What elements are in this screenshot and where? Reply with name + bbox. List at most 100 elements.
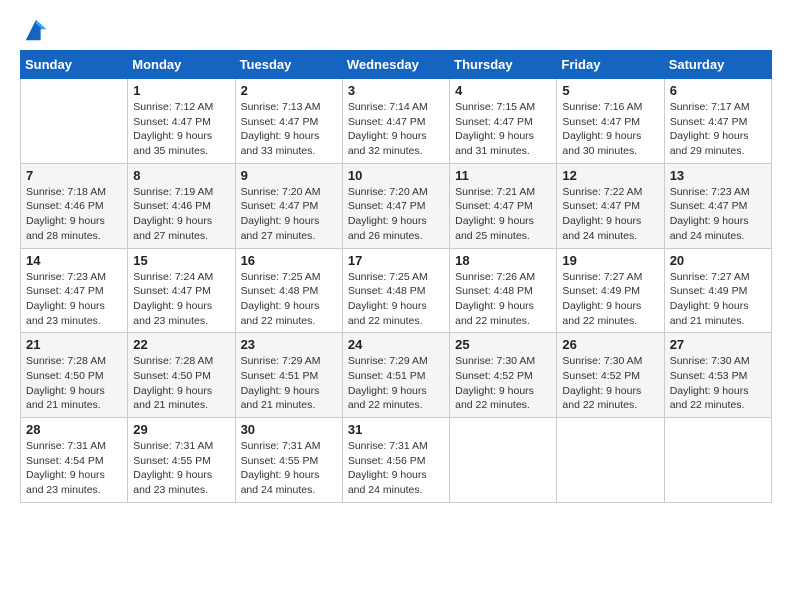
day-info: Sunrise: 7:20 AM Sunset: 4:47 PM Dayligh… [241,185,337,244]
day-cell: 11 Sunrise: 7:21 AM Sunset: 4:47 PM Dayli… [450,163,557,248]
day-cell: 3Sunrise: 7:14 AM Sunset: 4:47 PM Daylig… [342,79,449,164]
day-number: 8 [133,168,229,183]
day-cell: 18 Sunrise: 7:26 AM Sunset: 4:48 PM Dayli… [450,248,557,333]
day-info: Sunrise: 7:23 AM Sunset: 4:47 PM Dayligh… [670,185,766,244]
day-info: Sunrise: 7:28 AM Sunset: 4:50 PM Dayligh… [133,354,229,413]
day-cell: 12 Sunrise: 7:22 AM Sunset: 4:47 PM Dayli… [557,163,664,248]
day-cell: 27 Sunrise: 7:30 AM Sunset: 4:53 PM Dayli… [664,333,771,418]
day-number: 16 [241,253,337,268]
day-cell [21,79,128,164]
day-info: Sunrise: 7:27 AM Sunset: 4:49 PM Dayligh… [670,270,766,329]
day-number: 21 [26,337,122,352]
day-number: 9 [241,168,337,183]
day-number: 19 [562,253,658,268]
day-cell: 19 Sunrise: 7:27 AM Sunset: 4:49 PM Dayli… [557,248,664,333]
day-number: 12 [562,168,658,183]
day-number: 17 [348,253,444,268]
day-cell: 28 Sunrise: 7:31 AM Sunset: 4:54 PM Dayli… [21,418,128,503]
day-cell: 20 Sunrise: 7:27 AM Sunset: 4:49 PM Dayli… [664,248,771,333]
day-number: 18 [455,253,551,268]
day-cell [557,418,664,503]
day-cell: 16 Sunrise: 7:25 AM Sunset: 4:48 PM Dayli… [235,248,342,333]
day-info: Sunrise: 7:27 AM Sunset: 4:49 PM Dayligh… [562,270,658,329]
day-number: 20 [670,253,766,268]
day-number: 27 [670,337,766,352]
day-cell: 24 Sunrise: 7:29 AM Sunset: 4:51 PM Dayli… [342,333,449,418]
day-info: Sunrise: 7:25 AM Sunset: 4:48 PM Dayligh… [241,270,337,329]
day-cell: 14Sunrise: 7:23 AM Sunset: 4:47 PM Dayli… [21,248,128,333]
day-info: Sunrise: 7:30 AM Sunset: 4:52 PM Dayligh… [562,354,658,413]
weekday-thursday: Thursday [450,51,557,79]
weekday-wednesday: Wednesday [342,51,449,79]
day-cell: 10 Sunrise: 7:20 AM Sunset: 4:47 PM Dayli… [342,163,449,248]
day-cell: 30 Sunrise: 7:31 AM Sunset: 4:55 PM Dayli… [235,418,342,503]
day-info: Sunrise: 7:28 AM Sunset: 4:50 PM Dayligh… [26,354,122,413]
day-cell: 9 Sunrise: 7:20 AM Sunset: 4:47 PM Daylig… [235,163,342,248]
day-number: 25 [455,337,551,352]
calendar-body: 1Sunrise: 7:12 AM Sunset: 4:47 PM Daylig… [21,79,772,503]
day-number: 30 [241,422,337,437]
day-cell: 23 Sunrise: 7:29 AM Sunset: 4:51 PM Dayli… [235,333,342,418]
day-number: 13 [670,168,766,183]
day-number: 23 [241,337,337,352]
day-info: Sunrise: 7:31 AM Sunset: 4:55 PM Dayligh… [241,439,337,498]
day-number: 4 [455,83,551,98]
weekday-friday: Friday [557,51,664,79]
day-info: Sunrise: 7:18 AM Sunset: 4:46 PM Dayligh… [26,185,122,244]
day-cell: 1Sunrise: 7:12 AM Sunset: 4:47 PM Daylig… [128,79,235,164]
day-info: Sunrise: 7:25 AM Sunset: 4:48 PM Dayligh… [348,270,444,329]
day-number: 2 [241,83,337,98]
day-info: Sunrise: 7:31 AM Sunset: 4:55 PM Dayligh… [133,439,229,498]
day-info: Sunrise: 7:30 AM Sunset: 4:53 PM Dayligh… [670,354,766,413]
day-info: Sunrise: 7:29 AM Sunset: 4:51 PM Dayligh… [241,354,337,413]
calendar-table: SundayMondayTuesdayWednesdayThursdayFrid… [20,50,772,503]
day-number: 15 [133,253,229,268]
day-info: Sunrise: 7:29 AM Sunset: 4:51 PM Dayligh… [348,354,444,413]
day-number: 7 [26,168,122,183]
weekday-saturday: Saturday [664,51,771,79]
day-info: Sunrise: 7:26 AM Sunset: 4:48 PM Dayligh… [455,270,551,329]
day-cell [450,418,557,503]
day-number: 26 [562,337,658,352]
day-info: Sunrise: 7:21 AM Sunset: 4:47 PM Dayligh… [455,185,551,244]
day-cell: 13 Sunrise: 7:23 AM Sunset: 4:47 PM Dayli… [664,163,771,248]
day-info: Sunrise: 7:20 AM Sunset: 4:47 PM Dayligh… [348,185,444,244]
day-cell: 26 Sunrise: 7:30 AM Sunset: 4:52 PM Dayli… [557,333,664,418]
day-info: Sunrise: 7:13 AM Sunset: 4:47 PM Dayligh… [241,100,337,159]
logo [20,16,50,44]
day-info: Sunrise: 7:24 AM Sunset: 4:47 PM Dayligh… [133,270,229,329]
day-number: 6 [670,83,766,98]
day-cell: 15 Sunrise: 7:24 AM Sunset: 4:47 PM Dayli… [128,248,235,333]
header [20,16,772,44]
week-row-3: 21 Sunrise: 7:28 AM Sunset: 4:50 PM Dayli… [21,333,772,418]
week-row-4: 28 Sunrise: 7:31 AM Sunset: 4:54 PM Dayli… [21,418,772,503]
day-cell: 22 Sunrise: 7:28 AM Sunset: 4:50 PM Dayli… [128,333,235,418]
day-number: 22 [133,337,229,352]
day-info: Sunrise: 7:30 AM Sunset: 4:52 PM Dayligh… [455,354,551,413]
day-number: 11 [455,168,551,183]
day-info: Sunrise: 7:14 AM Sunset: 4:47 PM Dayligh… [348,100,444,159]
day-number: 1 [133,83,229,98]
day-number: 5 [562,83,658,98]
day-number: 14 [26,253,122,268]
day-cell: 4Sunrise: 7:15 AM Sunset: 4:47 PM Daylig… [450,79,557,164]
day-cell: 21 Sunrise: 7:28 AM Sunset: 4:50 PM Dayli… [21,333,128,418]
calendar-header: SundayMondayTuesdayWednesdayThursdayFrid… [21,51,772,79]
day-cell: 8Sunrise: 7:19 AM Sunset: 4:46 PM Daylig… [128,163,235,248]
day-info: Sunrise: 7:31 AM Sunset: 4:56 PM Dayligh… [348,439,444,498]
day-number: 24 [348,337,444,352]
day-cell: 25 Sunrise: 7:30 AM Sunset: 4:52 PM Dayli… [450,333,557,418]
day-number: 28 [26,422,122,437]
logo-icon [22,16,50,44]
week-row-0: 1Sunrise: 7:12 AM Sunset: 4:47 PM Daylig… [21,79,772,164]
day-number: 10 [348,168,444,183]
day-info: Sunrise: 7:22 AM Sunset: 4:47 PM Dayligh… [562,185,658,244]
weekday-header-row: SundayMondayTuesdayWednesdayThursdayFrid… [21,51,772,79]
weekday-tuesday: Tuesday [235,51,342,79]
day-info: Sunrise: 7:31 AM Sunset: 4:54 PM Dayligh… [26,439,122,498]
day-number: 29 [133,422,229,437]
weekday-monday: Monday [128,51,235,79]
day-cell: 29 Sunrise: 7:31 AM Sunset: 4:55 PM Dayli… [128,418,235,503]
day-info: Sunrise: 7:16 AM Sunset: 4:47 PM Dayligh… [562,100,658,159]
day-cell [664,418,771,503]
